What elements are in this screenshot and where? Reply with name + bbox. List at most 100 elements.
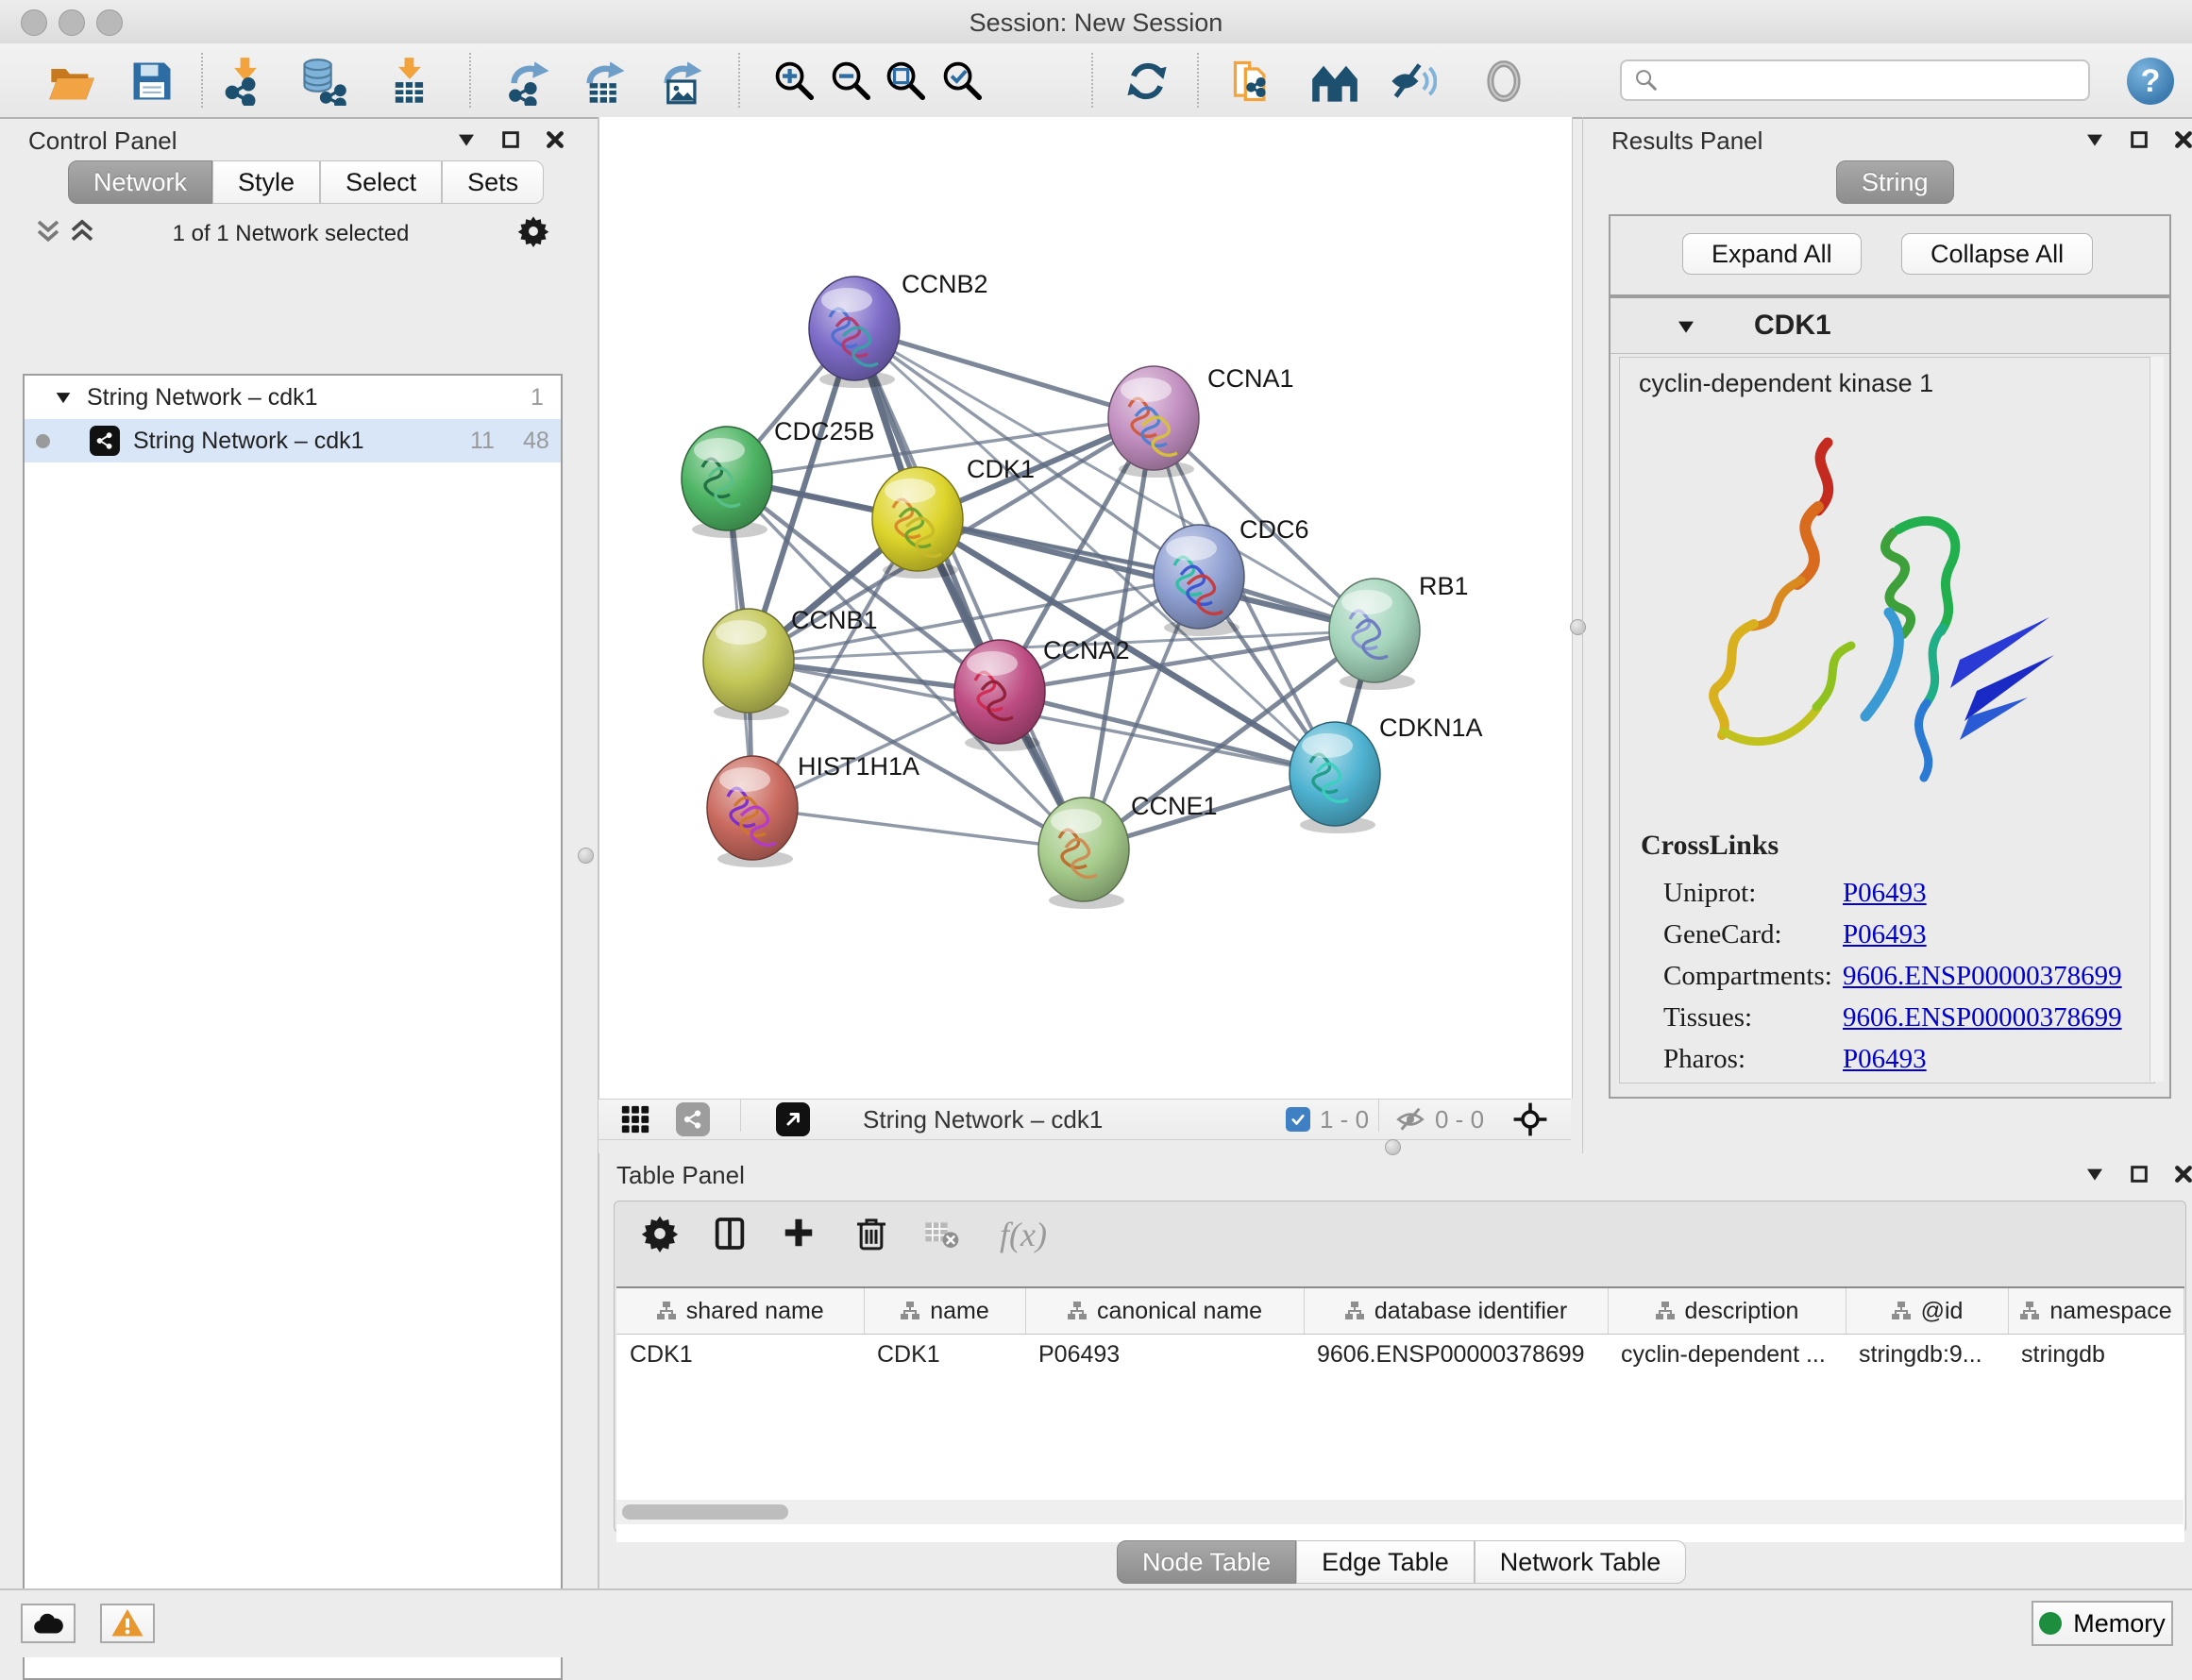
search-input[interactable] [1669, 66, 2088, 95]
selected-indicator[interactable]: 1 - 0 [1286, 1100, 1369, 1139]
tab-style[interactable]: Style [212, 160, 320, 204]
network-node-CCNA2[interactable] [954, 640, 1045, 744]
network-node-CDKN1A[interactable] [1290, 722, 1380, 826]
left-splitter-handle[interactable] [578, 848, 594, 864]
delete-table-button-disabled[interactable] [922, 1215, 960, 1255]
crosslink-genecard[interactable]: P06493 [1843, 919, 1927, 950]
network-node-CCNE1[interactable] [1038, 798, 1129, 901]
birds-eye-view-button[interactable] [1308, 55, 1361, 108]
tab-string[interactable]: String [1836, 160, 1954, 204]
tab-network-table[interactable]: Network Table [1475, 1540, 1687, 1584]
tree-expand-icon[interactable] [53, 387, 74, 408]
fit-selected-button[interactable] [1512, 1100, 1548, 1139]
panel-close-icon[interactable] [544, 128, 566, 151]
node-label-CCNE1: CCNE1 [1131, 792, 1218, 820]
hidden-indicator[interactable]: 0 - 0 [1395, 1100, 1484, 1139]
crosslink-tissues[interactable]: 9606.ENSP00000378699 [1843, 1002, 2122, 1033]
network-row-selected[interactable]: String Network – cdk1 11 48 [25, 419, 561, 462]
import-table-button[interactable] [383, 55, 436, 108]
network-node-HIST1H1A[interactable] [707, 756, 798, 860]
crosslinks-list: Uniprot:P06493 GeneCard:P06493 Compartme… [1663, 872, 2135, 1080]
cell-name[interactable]: CDK1 [864, 1335, 1025, 1375]
scrollbar-thumb[interactable] [622, 1504, 788, 1520]
column-header-name[interactable]: name [864, 1287, 1025, 1335]
tab-node-table[interactable]: Node Table [1117, 1540, 1296, 1584]
cell-shared-name[interactable]: CDK1 [616, 1335, 864, 1375]
results-scrollbar[interactable] [2150, 357, 2164, 1082]
show-columns-button[interactable] [711, 1215, 749, 1255]
network-canvas[interactable]: CCNB2CCNA1CDC25BCDK1CDC6RB1CCNB1CCNA2CDK… [599, 117, 1573, 1099]
zoom-selected-button[interactable] [936, 55, 989, 108]
open-session-button[interactable] [45, 55, 98, 108]
export-network-button[interactable] [504, 55, 557, 108]
cell-id[interactable]: stringdb:9... [1846, 1335, 2008, 1375]
crosslink-pharos[interactable]: P06493 [1843, 1044, 1927, 1075]
delete-column-button[interactable] [852, 1215, 890, 1255]
column-header-database-identifier[interactable]: database identifier [1304, 1287, 1608, 1335]
warnings-button[interactable] [100, 1604, 155, 1643]
crosslink-compartments[interactable]: 9606.ENSP00000378699 [1843, 961, 2122, 992]
network-collection-row[interactable]: String Network – cdk1 1 [25, 376, 561, 419]
panel-maximize-icon[interactable] [500, 129, 521, 150]
memory-button[interactable]: Memory [2032, 1601, 2173, 1646]
panel-float-icon[interactable] [455, 128, 478, 151]
collapse-all-button[interactable]: Collapse All [1901, 233, 2093, 275]
cell-description[interactable]: cyclin-dependent ... [1608, 1335, 1846, 1375]
expand-all-button[interactable]: Expand All [1682, 233, 1862, 275]
string-view-button[interactable] [676, 1100, 710, 1139]
panel-close-icon[interactable] [2172, 128, 2192, 151]
cloud-icon [31, 1606, 65, 1640]
function-builder-button[interactable]: f(x) [1000, 1215, 1047, 1254]
gene-collapse-icon[interactable] [1675, 315, 1697, 338]
column-header-namespace[interactable]: namespace [2008, 1287, 2184, 1335]
create-column-button[interactable] [781, 1215, 817, 1253]
column-header-canonical-name[interactable]: canonical name [1025, 1287, 1304, 1335]
column-header-id[interactable]: @id [1846, 1287, 2008, 1335]
zoom-fit-content-button[interactable] [880, 55, 933, 108]
tab-network[interactable]: Network [68, 160, 212, 204]
tab-sets[interactable]: Sets [442, 160, 544, 204]
network-node-CCNB2[interactable] [809, 277, 900, 380]
node-label-HIST1H1A: HIST1H1A [798, 752, 919, 781]
eye-slash-icon [1395, 1104, 1425, 1134]
cloud-status-button[interactable] [21, 1604, 76, 1643]
table-options-gear-button[interactable] [641, 1215, 679, 1255]
apply-preferred-layout-button[interactable] [1121, 55, 1173, 108]
cell-canonical-name[interactable]: P06493 [1025, 1335, 1304, 1375]
panel-float-icon[interactable] [2083, 128, 2106, 151]
network-node-RB1[interactable] [1329, 579, 1420, 682]
panel-maximize-icon[interactable] [2129, 129, 2150, 150]
show-hide-graphics-details-button[interactable] [1386, 55, 1439, 108]
column-header-shared-name[interactable]: shared name [616, 1287, 864, 1335]
export-image-button[interactable] [657, 55, 710, 108]
grid-view-button[interactable] [619, 1100, 651, 1139]
zoom-in-button[interactable] [768, 55, 821, 108]
open-in-window-button[interactable] [776, 1100, 810, 1139]
table-horizontal-scrollbar[interactable] [616, 1500, 2184, 1524]
cell-namespace[interactable]: stringdb [2008, 1335, 2184, 1375]
zoom-out-button[interactable] [825, 55, 878, 108]
crosslink-uniprot[interactable]: P06493 [1843, 878, 1927, 909]
panel-maximize-icon[interactable] [2129, 1164, 2150, 1184]
network-node-CCNB1[interactable] [703, 609, 794, 713]
network-node-CCNA1[interactable] [1108, 366, 1199, 470]
tab-edge-table[interactable]: Edge Table [1296, 1540, 1475, 1584]
network-node-CDC6[interactable] [1154, 525, 1244, 629]
panel-float-icon[interactable] [2083, 1163, 2106, 1185]
new-network-from-selection-button[interactable] [1227, 55, 1280, 108]
save-session-button[interactable] [126, 55, 178, 108]
cell-database-identifier[interactable]: 9606.ENSP00000378699 [1304, 1335, 1608, 1375]
help-button[interactable]: ? [2127, 58, 2174, 105]
network-node-CDK1[interactable] [872, 467, 963, 571]
network-node-CDC25B[interactable] [682, 427, 772, 530]
panel-close-icon[interactable] [2172, 1163, 2192, 1185]
import-network-file-button[interactable] [219, 55, 272, 108]
export-table-button[interactable] [580, 55, 632, 108]
tab-select[interactable]: Select [320, 160, 442, 204]
column-header-description[interactable]: description [1608, 1287, 1846, 1335]
table-row[interactable]: CDK1 CDK1 P06493 9606.ENSP00000378699 cy… [616, 1335, 2184, 1375]
level-of-detail-button[interactable] [1477, 55, 1530, 108]
gene-header[interactable]: CDK1 [1610, 298, 2169, 354]
network-options-gear-icon[interactable] [517, 215, 549, 247]
import-network-database-button[interactable] [296, 55, 349, 108]
